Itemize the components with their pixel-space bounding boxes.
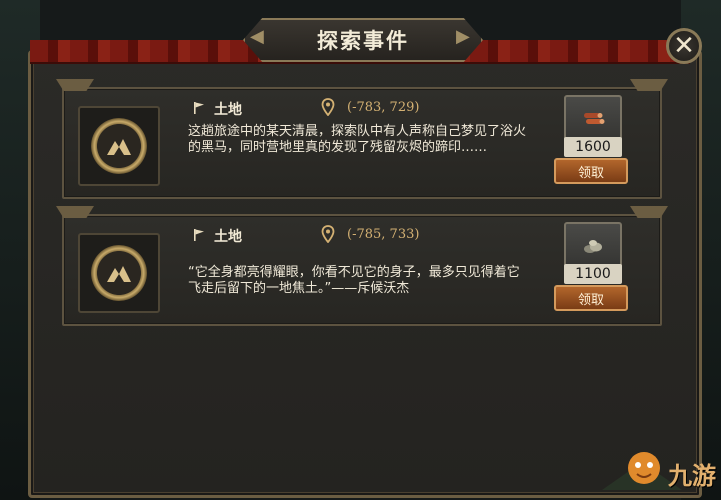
reward-quantity: 1600 [564,137,622,157]
event-description: “它全身都亮得耀眼，你看不见它的身子，最多只见得着它飞走后留下的一地焦土。”——… [188,265,520,296]
dialog-title: 探索事件 [317,29,409,53]
wood-logs-icon [584,113,605,124]
close-button[interactable]: ✕ [666,28,702,64]
event-card: 土地 (-785, 733) “它全身都亮得耀眼，你看不见它的身子，最多只见得着… [56,206,668,326]
mountain-emblem-icon [91,245,147,301]
card-corner-decoration [56,206,94,218]
reward-slot: 1600 [564,95,622,157]
land-type-label: 土地 [214,102,242,118]
title-plate: 探索事件 [243,18,483,62]
reward-quantity: 1100 [564,264,622,284]
claim-button[interactable]: 领取 [554,285,628,311]
left-ornament-icon: ◀ [250,26,264,47]
event-emblem-frame [78,233,160,313]
card-corner-decoration [56,79,94,91]
claim-button[interactable]: 领取 [554,158,628,184]
flag-icon [194,229,204,241]
stone-ore-icon [584,240,602,253]
location-pin-icon[interactable] [321,98,335,116]
location-coordinates[interactable]: (-785, 733) [347,227,419,242]
mountain-emblem-icon [91,118,147,174]
event-card: 土地 (-783, 729) 这趟旅途中的某天清晨，探索队中有人声称自己梦见了浴… [56,79,668,199]
reward-slot: 1100 [564,222,622,284]
location-pin-icon[interactable] [321,225,335,243]
close-icon: ✕ [673,31,695,61]
watermark-text: 九游 [668,462,716,490]
event-description: 这趟旅途中的某天清晨，探索队中有人声称自己梦见了浴火的黑马，同时营地里真的发现了… [188,124,527,155]
land-type-label: 土地 [214,229,242,245]
event-emblem-frame [78,106,160,186]
location-coordinates[interactable]: (-783, 729) [347,100,419,115]
flag-icon [194,102,204,114]
right-ornament-icon: ▶ [456,26,470,47]
